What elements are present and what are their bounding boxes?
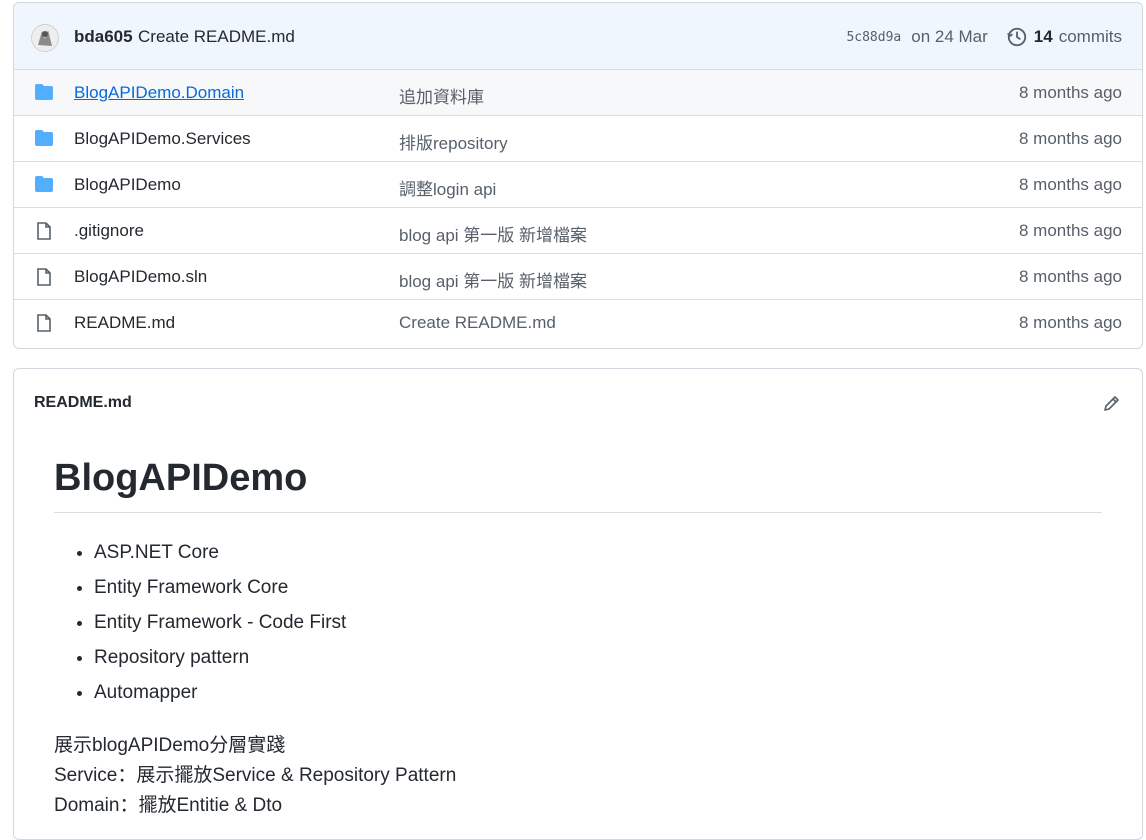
- folder-icon: [34, 129, 54, 147]
- file-commit-message[interactable]: blog api 第一版 新增檔案: [399, 267, 587, 292]
- file-age: 8 months ago: [1018, 129, 1122, 148]
- list-item: ASP.NET Core: [94, 541, 346, 576]
- paragraph-line: Domain：擺放Entitie & Dto: [54, 795, 283, 816]
- file-age: 8 months ago: [1018, 267, 1122, 286]
- list-item: Entity Framework Core: [94, 576, 346, 611]
- commit-count: 14: [1033, 27, 1053, 46]
- file-name-link[interactable]: BlogAPIDemo: [74, 175, 181, 195]
- file-row[interactable]: BlogAPIDemo.Services 排版repository 8 mont…: [14, 116, 1142, 162]
- file-name-link[interactable]: BlogAPIDemo.Domain: [74, 83, 244, 103]
- file-row[interactable]: BlogAPIDemo 調整login api 8 months ago: [14, 162, 1142, 208]
- readme-bullet-list: ASP.NET Core Entity Framework Core Entit…: [54, 541, 346, 716]
- paragraph-line: Service：展示擺放Service & Repository Pattern: [54, 765, 457, 786]
- readme-panel: README.md BlogAPIDemo ASP.NET Core Entit…: [13, 368, 1143, 840]
- commit-sha-link[interactable]: 5c88d9a: [846, 30, 901, 45]
- file-commit-message[interactable]: 追加資料庫: [399, 83, 484, 108]
- pencil-icon[interactable]: [1102, 393, 1122, 413]
- history-icon: [1006, 27, 1026, 47]
- readme-filename: README.md: [34, 394, 132, 411]
- readme-heading: BlogAPIDemo: [54, 457, 1102, 513]
- commit-date: on 24 Mar: [911, 27, 988, 46]
- commits-history-link[interactable]: 14 commits: [1006, 26, 1122, 48]
- file-name-link[interactable]: .gitignore: [74, 221, 144, 241]
- file-commit-message[interactable]: 排版repository: [399, 129, 508, 154]
- file-name-link[interactable]: BlogAPIDemo.sln: [74, 267, 207, 287]
- commit-message-link[interactable]: Create README.md: [138, 27, 295, 47]
- file-age: 8 months ago: [1018, 221, 1122, 240]
- folder-icon: [34, 175, 54, 193]
- author-avatar[interactable]: [31, 24, 59, 52]
- file-browser: bda605 Create README.md 5c88d9a on 24 Ma…: [13, 2, 1143, 349]
- paragraph-line: 展示blogAPIDemo分層實踐: [54, 735, 286, 756]
- file-age: 8 months ago: [1018, 313, 1122, 332]
- file-commit-message[interactable]: blog api 第一版 新增檔案: [399, 221, 587, 246]
- list-item: Repository pattern: [94, 646, 346, 681]
- latest-commit-bar: bda605 Create README.md 5c88d9a on 24 Ma…: [14, 3, 1142, 70]
- folder-icon: [34, 83, 54, 101]
- file-commit-message[interactable]: Create README.md: [399, 313, 556, 333]
- file-row[interactable]: BlogAPIDemo.sln blog api 第一版 新增檔案 8 mont…: [14, 254, 1142, 300]
- file-age: 8 months ago: [1018, 83, 1122, 102]
- list-item: Automapper: [94, 681, 346, 716]
- file-row[interactable]: README.md Create README.md 8 months ago: [14, 300, 1142, 345]
- file-icon: [34, 267, 54, 286]
- file-row[interactable]: .gitignore blog api 第一版 新增檔案 8 months ag…: [14, 208, 1142, 254]
- commit-author-link[interactable]: bda605: [74, 27, 133, 47]
- file-icon: [34, 221, 54, 240]
- file-row[interactable]: BlogAPIDemo.Domain 追加資料庫 8 months ago: [14, 70, 1142, 116]
- file-commit-message[interactable]: 調整login api: [399, 175, 496, 200]
- list-item: Entity Framework - Code First: [94, 611, 346, 646]
- file-name-link[interactable]: README.md: [74, 313, 175, 333]
- commit-count-label: commits: [1058, 27, 1122, 46]
- readme-paragraph: 展示blogAPIDemo分層實踐 Service：展示擺放Service & …: [54, 731, 456, 821]
- file-icon: [34, 313, 54, 332]
- file-name-link[interactable]: BlogAPIDemo.Services: [74, 129, 251, 149]
- file-age: 8 months ago: [1018, 175, 1122, 194]
